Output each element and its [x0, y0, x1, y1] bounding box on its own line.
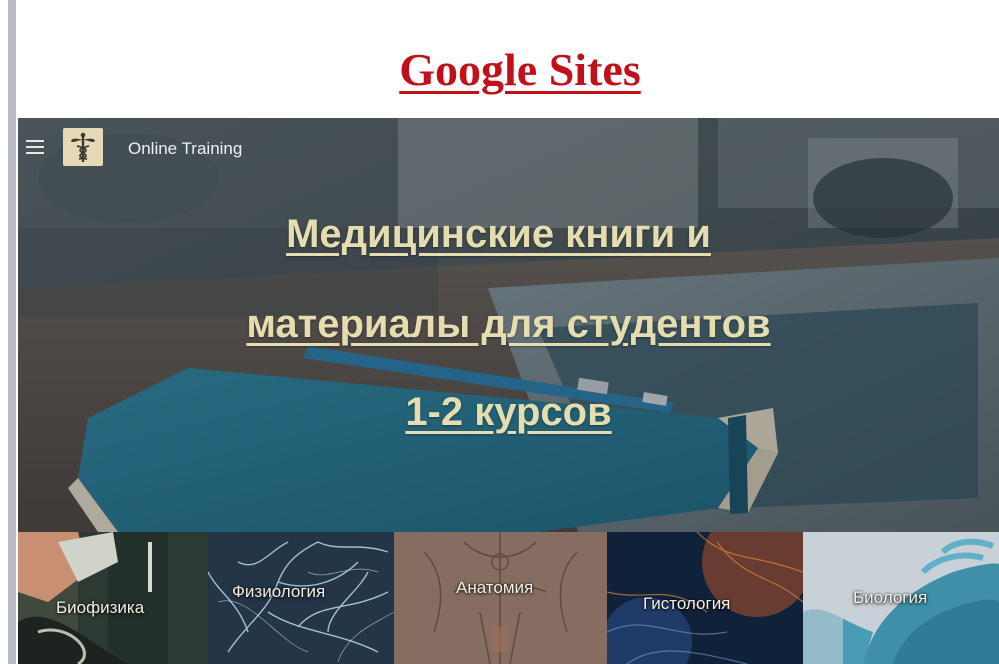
tile-label-histology: Гистология — [643, 594, 731, 613]
caduceus-icon[interactable] — [63, 128, 103, 166]
hamburger-menu-icon[interactable] — [26, 140, 44, 154]
tile-histology[interactable]: Гистология — [607, 532, 803, 664]
tile-physiology[interactable]: Физиология — [208, 532, 394, 664]
site-title[interactable]: Online Training — [128, 139, 242, 159]
hero-headline-line-1[interactable]: Медицинские книги и — [18, 210, 989, 258]
tile-label-biology: Биология — [853, 588, 928, 607]
hero-headline-line-2[interactable]: материалы для студентов — [18, 300, 999, 348]
tile-anatomy[interactable]: Анатомия — [394, 532, 607, 664]
hero-headline-line-3[interactable]: 1-2 курсов — [18, 388, 999, 436]
tile-biophysics[interactable]: Биофизика — [18, 532, 208, 664]
tile-label-physiology: Физиология — [232, 582, 326, 601]
tile-label-anatomy: Анатомия — [456, 578, 534, 597]
page-title[interactable]: Google Sites — [0, 40, 999, 100]
hero-banner: Online Training Медицинские книги и мате… — [18, 118, 999, 532]
anatomy-image — [394, 532, 607, 664]
tile-biology[interactable]: Биология — [803, 532, 999, 664]
subject-tiles: Биофизика Физиология Анатомия Гистология… — [18, 532, 999, 664]
tile-label-biophysics: Биофизика — [56, 598, 145, 617]
